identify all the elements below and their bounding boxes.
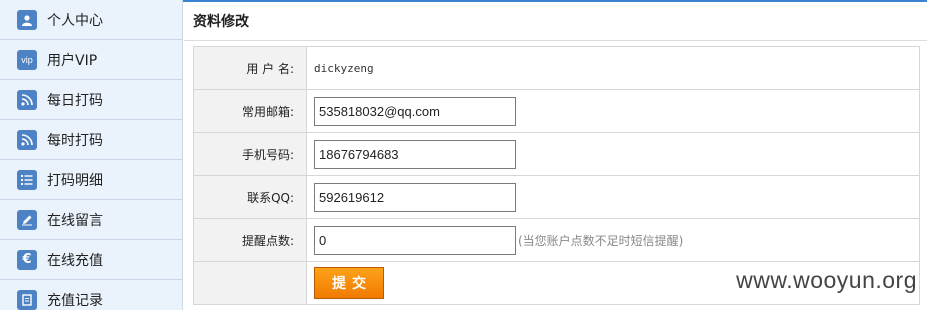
page-title: 资料修改 xyxy=(193,14,249,30)
divider xyxy=(184,40,927,41)
alert-points-label: 提醒点数: xyxy=(193,218,307,262)
sidebar-item-label: 打码明细 xyxy=(47,172,103,189)
form-row: 联系QQ: xyxy=(193,175,920,219)
username-cell: dickyzeng xyxy=(306,46,920,90)
submit-button[interactable]: 提交 xyxy=(314,267,384,299)
email-label: 常用邮箱: xyxy=(193,89,307,133)
watermark: www.wooyun.org xyxy=(736,267,917,293)
sidebar-item-label: 在线留言 xyxy=(47,212,103,229)
form-row: 提醒点数: (当您账户点数不足时短信提醒) xyxy=(193,218,920,262)
phone-cell xyxy=(306,132,920,176)
username-label: 用 户 名: xyxy=(193,46,307,90)
alert-points-field[interactable] xyxy=(314,225,516,255)
qq-field[interactable] xyxy=(314,182,516,212)
sidebar-item-label: 在线充值 xyxy=(47,252,103,269)
form-row: 常用邮箱: xyxy=(193,89,920,133)
sidebar-item-label: 个人中心 xyxy=(47,12,103,29)
user-icon xyxy=(17,9,37,30)
page: 个人中心 vip 用户VIP 每日打码 每时打码 打码明细 在线留言 € 在线充… xyxy=(0,0,927,310)
list-icon xyxy=(17,169,37,190)
edit-icon xyxy=(17,209,37,230)
email-cell xyxy=(306,89,920,133)
empty-label-cell xyxy=(193,261,307,305)
sidebar-item-hourly[interactable]: 每时打码 xyxy=(0,120,182,160)
alert-points-hint: (当您账户点数不足时短信提醒) xyxy=(518,233,684,248)
main-content: 资料修改 用 户 名: dickyzeng 常用邮箱: 手机号码: xyxy=(184,2,927,310)
qq-label: 联系QQ: xyxy=(193,175,307,219)
sidebar-item-profile[interactable]: 个人中心 xyxy=(0,0,182,40)
phone-label: 手机号码: xyxy=(193,132,307,176)
rss-icon xyxy=(17,89,37,110)
username-value: dickyzeng xyxy=(314,61,374,75)
vip-icon: vip xyxy=(17,49,37,70)
form-row: 手机号码: xyxy=(193,132,920,176)
sidebar-item-label: 每日打码 xyxy=(47,92,103,109)
sidebar-item-details[interactable]: 打码明细 xyxy=(0,160,182,200)
phone-field[interactable] xyxy=(314,139,516,169)
email-field[interactable] xyxy=(314,96,516,126)
alert-points-cell: (当您账户点数不足时短信提醒) xyxy=(306,218,920,262)
sidebar-item-vip[interactable]: vip 用户VIP xyxy=(0,40,182,80)
sidebar: 个人中心 vip 用户VIP 每日打码 每时打码 打码明细 在线留言 € 在线充… xyxy=(0,0,183,310)
document-icon xyxy=(17,289,37,310)
sidebar-item-recharge-history[interactable]: 充值记录 xyxy=(0,280,182,310)
rss-icon xyxy=(17,129,37,150)
sidebar-item-label: 用户VIP xyxy=(47,52,98,69)
sidebar-item-label: 充值记录 xyxy=(47,292,103,309)
sidebar-item-daily[interactable]: 每日打码 xyxy=(0,80,182,120)
sidebar-item-label: 每时打码 xyxy=(47,132,103,149)
qq-cell xyxy=(306,175,920,219)
form-row: 用 户 名: dickyzeng xyxy=(193,46,920,90)
sidebar-item-recharge[interactable]: € 在线充值 xyxy=(0,240,182,280)
euro-icon: € xyxy=(17,249,37,270)
sidebar-item-message[interactable]: 在线留言 xyxy=(0,200,182,240)
